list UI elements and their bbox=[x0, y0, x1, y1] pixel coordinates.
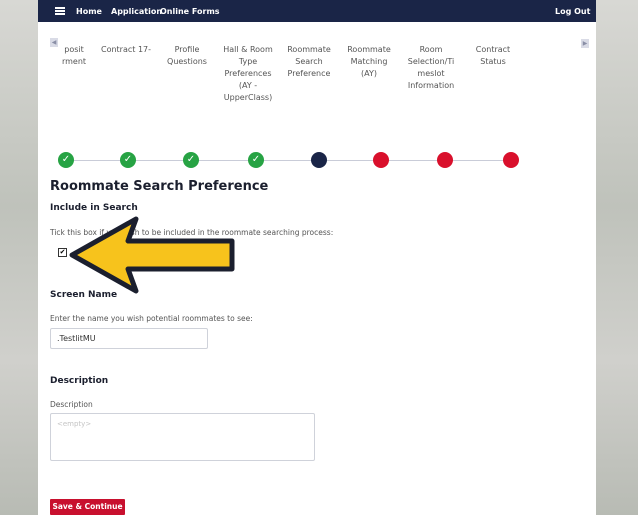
step-complete-check-icon[interactable]: ✓ bbox=[183, 152, 199, 168]
description-help: Description bbox=[50, 400, 93, 409]
step-label: Roommate Search Preference bbox=[287, 45, 331, 78]
step-complete-check-icon[interactable]: ✓ bbox=[58, 152, 74, 168]
screen-name-input[interactable]: .TestlitMU bbox=[50, 328, 208, 349]
nav-online-forms[interactable]: Online Forms bbox=[160, 7, 220, 16]
step-label: Roommate Matching (AY) bbox=[347, 45, 391, 78]
step-dot[interactable] bbox=[311, 152, 327, 168]
page-title: Roommate Search Preference bbox=[50, 179, 269, 194]
background-right bbox=[596, 0, 638, 515]
top-nav-bar: Home Application Online Forms Log Out bbox=[38, 0, 596, 22]
step-label: Hall & Room Type Preferences (AY - Upper… bbox=[223, 45, 273, 102]
nav-home[interactable]: Home bbox=[76, 7, 102, 16]
nav-logout[interactable]: Log Out bbox=[555, 7, 590, 16]
pointer-arrow-icon bbox=[69, 216, 235, 294]
background-left bbox=[0, 0, 38, 515]
step-label: Contract Status bbox=[475, 45, 511, 66]
step-dot[interactable] bbox=[437, 152, 453, 168]
step-dot[interactable] bbox=[373, 152, 389, 168]
step-dot[interactable] bbox=[503, 152, 519, 168]
step-complete-check-icon[interactable]: ✓ bbox=[120, 152, 136, 168]
step-label: Profile Questions bbox=[167, 45, 207, 66]
step-label: Contract 17- bbox=[100, 45, 152, 54]
save-continue-button[interactable]: Save & Continue bbox=[50, 499, 125, 515]
description-label: Description bbox=[50, 376, 109, 386]
steps-scroll-right-icon[interactable]: ▶ bbox=[581, 39, 589, 48]
step-complete-check-icon[interactable]: ✓ bbox=[248, 152, 264, 168]
step-label: Room Selection/Ti meslot Information bbox=[407, 45, 455, 90]
hamburger-menu-icon[interactable] bbox=[55, 7, 65, 15]
description-textarea[interactable]: <empty> bbox=[50, 413, 315, 461]
nav-application[interactable]: Application bbox=[111, 7, 162, 16]
screen-name-help: Enter the name you wish potential roomma… bbox=[50, 314, 253, 323]
include-search-label: Include in Search bbox=[50, 203, 138, 213]
